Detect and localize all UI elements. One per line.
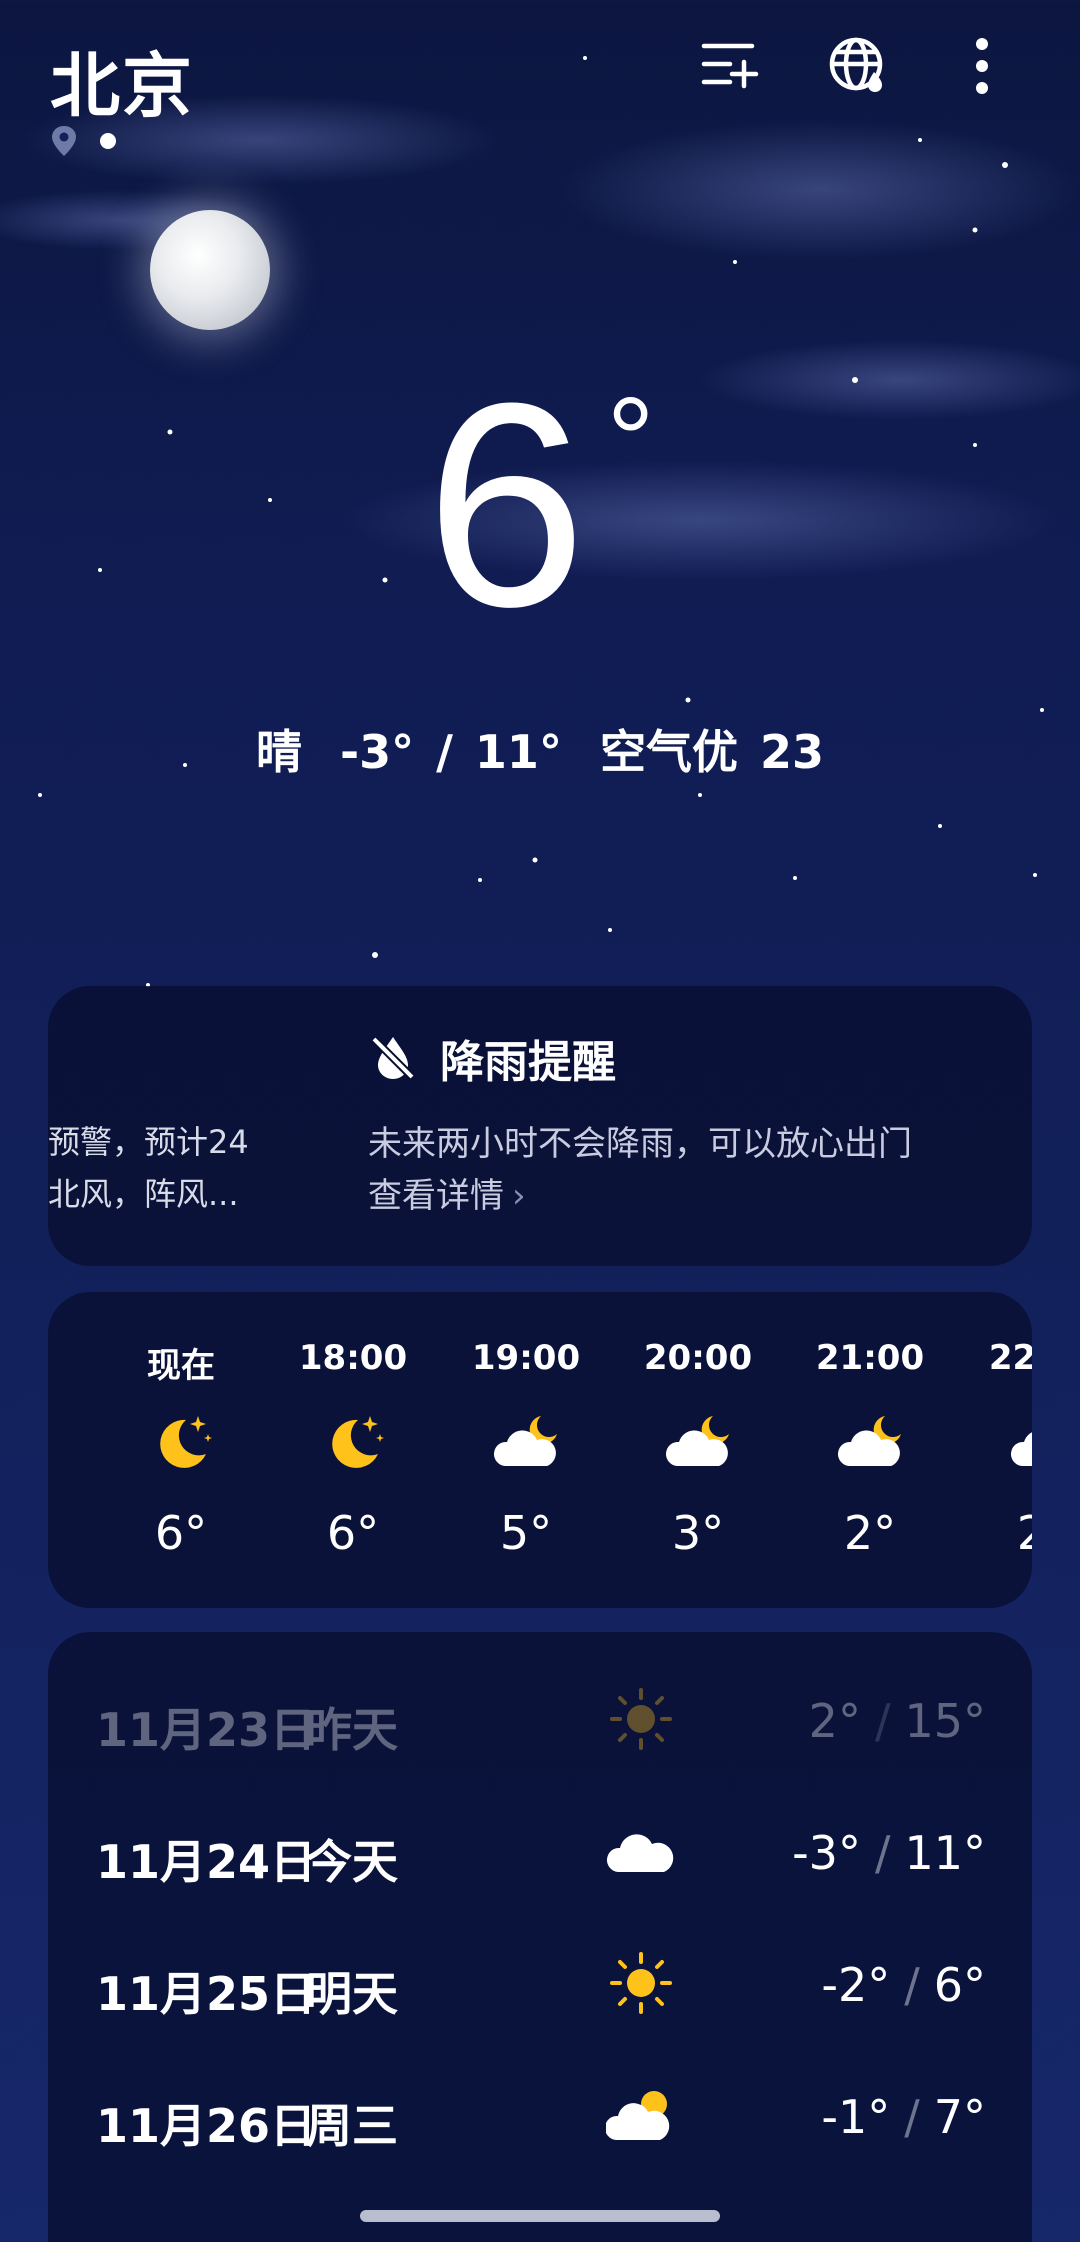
location-pin-icon	[52, 126, 76, 156]
hourly-time: 20:00	[643, 1338, 753, 1378]
hourly-temp: 5°	[499, 1506, 553, 1560]
air-quality[interactable]: 空气优 23	[600, 725, 824, 779]
location-indicator-row	[50, 124, 116, 158]
no-rain-drop-icon	[371, 1036, 415, 1080]
hourly-temp: 6°	[326, 1506, 380, 1560]
daily-forecast-card[interactable]: 11月23日 昨天 2°/15° 11月24日 今天 -3°/11° 11月25…	[48, 1632, 1032, 2242]
current-summary: 晴 -3° / 11° 空气优 23	[0, 716, 1080, 782]
city-list-add-icon[interactable]	[698, 34, 762, 98]
sun-icon	[606, 1950, 676, 2016]
daily-day-name: 今天	[306, 1835, 398, 1889]
daily-range: -1°/7°	[821, 2090, 986, 2144]
alert-description: 未来两小时不会降雨，可以放心出门	[368, 1124, 912, 1164]
daily-row-today[interactable]: 11月24日 今天 -3°/11°	[96, 1812, 986, 1892]
sun-icon	[606, 1686, 676, 1752]
cloud-moon-icon	[1008, 1410, 1032, 1476]
previous-alert-line-1: 预警，预计24	[48, 1123, 249, 1161]
previous-alert-line-2: 北风，阵风...	[48, 1175, 239, 1213]
daily-low: -1°	[821, 2090, 891, 2144]
daily-range: -2°/6°	[821, 1958, 986, 2012]
top-bar: 北京	[0, 0, 1080, 160]
hourly-time: 18:00	[298, 1338, 408, 1378]
current-condition: 晴	[255, 725, 302, 779]
cloud-moon-icon	[491, 1410, 561, 1476]
gesture-home-bar[interactable]	[360, 2210, 720, 2222]
daily-range: -3°/11°	[792, 1826, 986, 1880]
hourly-temp: 3°	[671, 1506, 725, 1560]
moon-stars-icon	[146, 1410, 216, 1476]
chevron-right-icon: ›	[512, 1176, 526, 1216]
sun-cloud-icon	[604, 2082, 676, 2148]
alert-title-row: 降雨提醒	[368, 1026, 616, 1090]
range-separator: /	[874, 1826, 891, 1880]
daily-day-name: 明天	[306, 1967, 398, 2021]
more-vertical-icon[interactable]	[950, 34, 1014, 98]
range-separator: /	[904, 2090, 920, 2144]
daily-high: 11°	[904, 1826, 986, 1880]
daily-low: 2°	[808, 1694, 861, 1748]
daily-row-yesterday[interactable]: 11月23日 昨天 2°/15°	[96, 1680, 986, 1760]
hourly-time: 19:00	[471, 1338, 581, 1378]
hourly-temp: 6°	[154, 1506, 208, 1560]
hourly-time: 现在	[147, 1346, 215, 1386]
cloud-moon-icon	[663, 1410, 733, 1476]
range-separator: /	[904, 1958, 920, 2012]
city-name[interactable]: 北京	[50, 30, 194, 131]
daily-low: -3°	[792, 1826, 861, 1880]
hourly-temp: 2°	[843, 1506, 897, 1560]
alert-title: 降雨提醒	[440, 1037, 616, 1088]
hourly-temp: 2°	[1016, 1506, 1032, 1560]
daily-high: 7°	[933, 2090, 986, 2144]
globe-droplet-icon[interactable]	[826, 34, 890, 98]
page-indicator-dot	[100, 133, 116, 149]
hourly-forecast-card[interactable]: 现在 6° 18:00 6° 19:00 5° 20:00 3° 21:00 2…	[48, 1292, 1032, 1608]
daily-row-wednesday[interactable]: 11月26日 周三 -1°/7°	[96, 2076, 986, 2156]
current-temperature-value: 6	[425, 343, 587, 667]
daily-row-tomorrow[interactable]: 11月25日 明天 -2°/6°	[96, 1944, 986, 2024]
daily-low: -2°	[821, 1958, 891, 2012]
current-temperature: 6 °	[0, 360, 1080, 650]
cloud-moon-icon	[835, 1410, 905, 1476]
daily-high: 6°	[933, 1958, 986, 2012]
degree-symbol: °	[606, 373, 655, 507]
daily-date: 11月25日	[96, 1967, 317, 2021]
moon-image	[150, 210, 270, 330]
range-separator: /	[874, 1694, 891, 1748]
daily-day-name: 昨天	[306, 1703, 398, 1757]
moon-stars-icon	[318, 1410, 388, 1476]
previous-alert-peek[interactable]: 预警，预计24 北风，阵风...	[48, 1116, 278, 1220]
daily-day-name: 周三	[306, 2099, 398, 2153]
daily-range: 2°/15°	[809, 1694, 986, 1748]
alert-details-label: 查看详情	[368, 1176, 504, 1216]
hourly-time: 22:00	[988, 1338, 1032, 1378]
alert-details-link[interactable]: 查看详情 ›	[368, 1168, 526, 1217]
daily-high: 15°	[904, 1694, 986, 1748]
hourly-time: 21:00	[815, 1338, 925, 1378]
daily-date: 11月24日	[96, 1835, 317, 1889]
alert-card[interactable]: 预警，预计24 北风，阵风... 降雨提醒 未来两小时不会降雨，可以放心出门 查…	[48, 986, 1032, 1266]
daily-date: 11月26日	[96, 2099, 317, 2153]
cloud-icon	[606, 1818, 676, 1884]
daily-date: 11月23日	[96, 1703, 317, 1757]
current-range: -3° / 11°	[340, 725, 562, 779]
